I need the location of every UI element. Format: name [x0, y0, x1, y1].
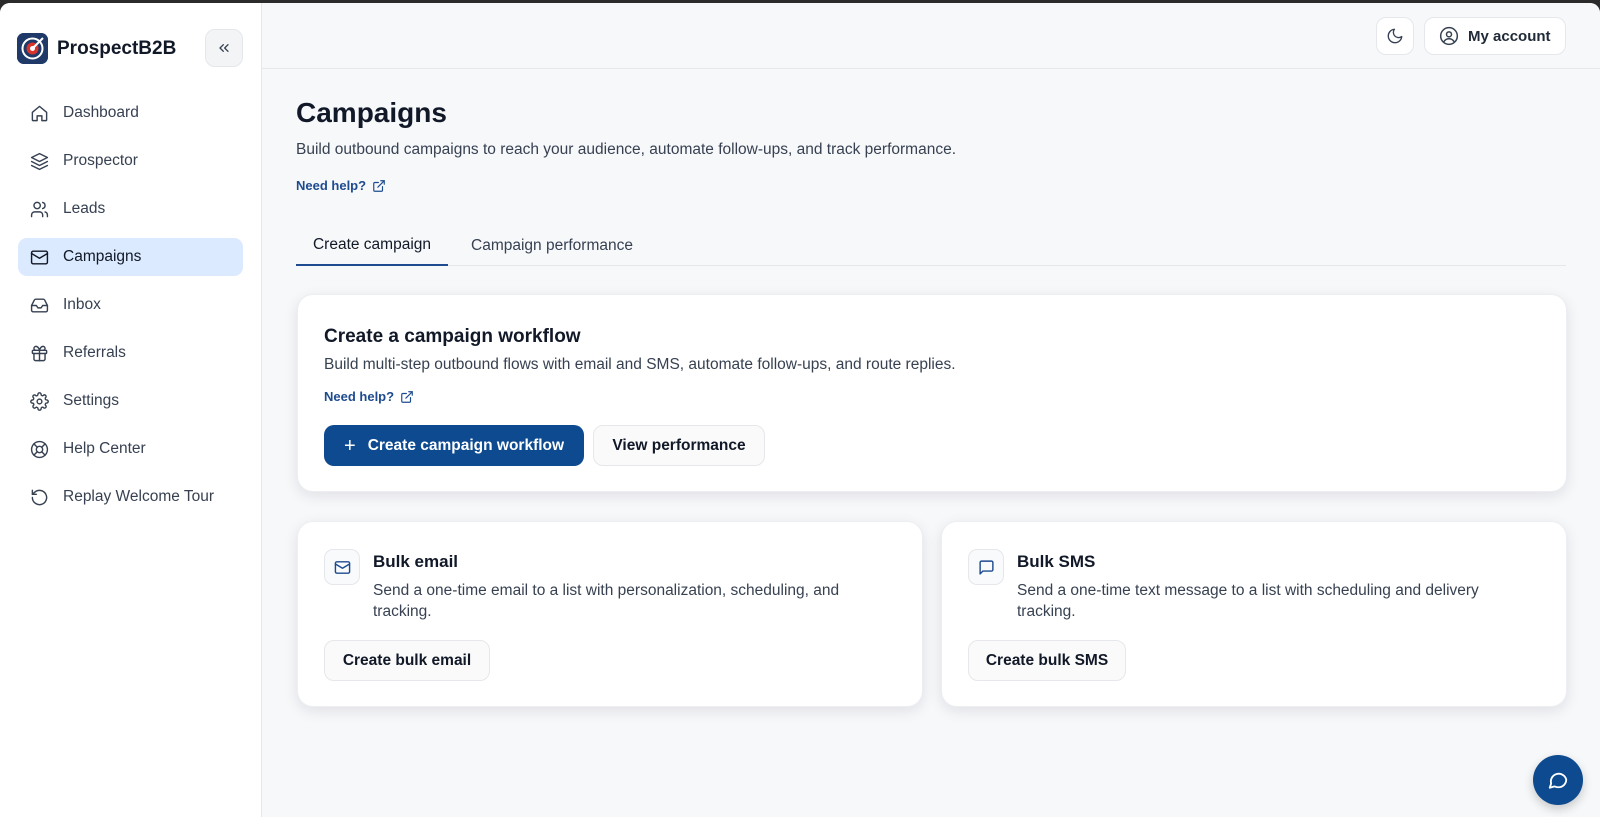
sidebar: ProspectB2B Dashboard Prospector Leads C… [0, 3, 262, 817]
sidebar-item-label: Help Center [63, 440, 146, 457]
workflow-need-help-link[interactable]: Need help? [324, 389, 414, 404]
create-campaign-workflow-label: Create campaign workflow [367, 436, 565, 454]
bulk-email-title: Bulk email [373, 552, 459, 571]
create-campaign-workflow-button[interactable]: + Create campaign workflow [324, 425, 584, 466]
sidebar-item-label: Campaigns [63, 248, 142, 265]
chat-bubble-icon [1548, 772, 1568, 789]
sidebar-item-leads[interactable]: Leads [18, 190, 243, 228]
bulk-sms-description: Send a one-time text message to a list w… [1017, 582, 1479, 620]
sidebar-item-referrals[interactable]: Referrals [18, 334, 243, 372]
layers-icon [30, 152, 49, 170]
sidebar-item-label: Prospector [63, 152, 138, 169]
theme-toggle-button[interactable] [1376, 17, 1414, 55]
page-subtitle: Build outbound campaigns to reach your a… [296, 141, 956, 158]
create-bulk-sms-button[interactable]: Create bulk SMS [968, 640, 1126, 681]
user-circle-icon [1439, 26, 1459, 46]
sidebar-item-label: Replay Welcome Tour [63, 488, 215, 505]
brand[interactable]: ProspectB2B [17, 33, 176, 64]
sidebar-item-label: Referrals [63, 344, 126, 361]
view-performance-button[interactable]: View performance [593, 425, 765, 466]
mail-icon [334, 560, 350, 574]
workflow-card-title: Create a campaign workflow [324, 326, 581, 347]
lifebuoy-icon [30, 440, 49, 458]
gift-icon [31, 345, 48, 361]
sidebar-item-label: Settings [63, 392, 120, 409]
my-account-label: My account [1468, 27, 1551, 45]
home-icon [31, 105, 48, 121]
page-title: Campaigns [296, 97, 447, 128]
need-help-label: Need help? [324, 389, 395, 404]
workflow-card-description: Build multi-step outbound flows with ema… [324, 356, 956, 373]
sidebar-item-inbox[interactable]: Inbox [18, 286, 243, 324]
collapse-sidebar-button[interactable] [205, 29, 243, 67]
sidebar-item-label: Inbox [63, 296, 101, 313]
bulk-sms-icon-box [968, 549, 1004, 585]
need-help-label: Need help? [296, 178, 367, 193]
sidebar-item-replay-welcome-tour[interactable]: Replay Welcome Tour [18, 478, 243, 516]
plus-icon: + [344, 434, 356, 457]
message-square-icon [978, 559, 994, 575]
bulk-email-card: Bulk email Send a one-time email to a li… [297, 521, 923, 707]
sidebar-nav: Dashboard Prospector Leads Campaigns Inb… [18, 94, 243, 526]
mail-icon [30, 249, 49, 265]
bulk-email-icon-box [324, 549, 360, 585]
brand-name: ProspectB2B [57, 37, 177, 59]
gear-icon [30, 391, 49, 411]
tab-campaign-performance[interactable]: Campaign performance [462, 225, 642, 266]
external-link-icon [401, 390, 413, 403]
sidebar-item-label: Dashboard [63, 104, 139, 121]
campaign-workflow-card: Create a campaign workflow Build multi-s… [297, 294, 1567, 492]
app-window: ProspectB2B Dashboard Prospector Leads C… [0, 3, 1600, 817]
tab-create-campaign[interactable]: Create campaign [296, 225, 448, 266]
sidebar-item-campaigns[interactable]: Campaigns [18, 238, 243, 276]
campaign-tabs: Create campaign Campaign performance [296, 225, 1566, 266]
chat-support-button[interactable] [1533, 755, 1583, 805]
bulk-sms-card: Bulk SMS Send a one-time text message to… [941, 521, 1567, 707]
sidebar-item-dashboard[interactable]: Dashboard [18, 94, 243, 132]
create-bulk-email-button[interactable]: Create bulk email [324, 640, 490, 681]
need-help-link[interactable]: Need help? [296, 178, 386, 193]
bulk-email-description: Send a one-time email to a list with per… [373, 582, 840, 620]
inbox-icon [30, 297, 49, 313]
chevrons-left-icon [219, 44, 229, 52]
sidebar-item-label: Leads [63, 200, 106, 217]
my-account-button[interactable]: My account [1424, 17, 1566, 55]
moon-icon [1387, 28, 1403, 44]
sidebar-item-settings[interactable]: Settings [18, 382, 243, 420]
sidebar-item-help-center[interactable]: Help Center [18, 430, 243, 468]
sidebar-item-prospector[interactable]: Prospector [18, 142, 243, 180]
target-logo-icon [17, 33, 48, 64]
external-link-icon [373, 179, 385, 192]
bulk-sms-title: Bulk SMS [1017, 552, 1096, 571]
replay-icon [31, 489, 48, 505]
users-icon [30, 201, 49, 217]
